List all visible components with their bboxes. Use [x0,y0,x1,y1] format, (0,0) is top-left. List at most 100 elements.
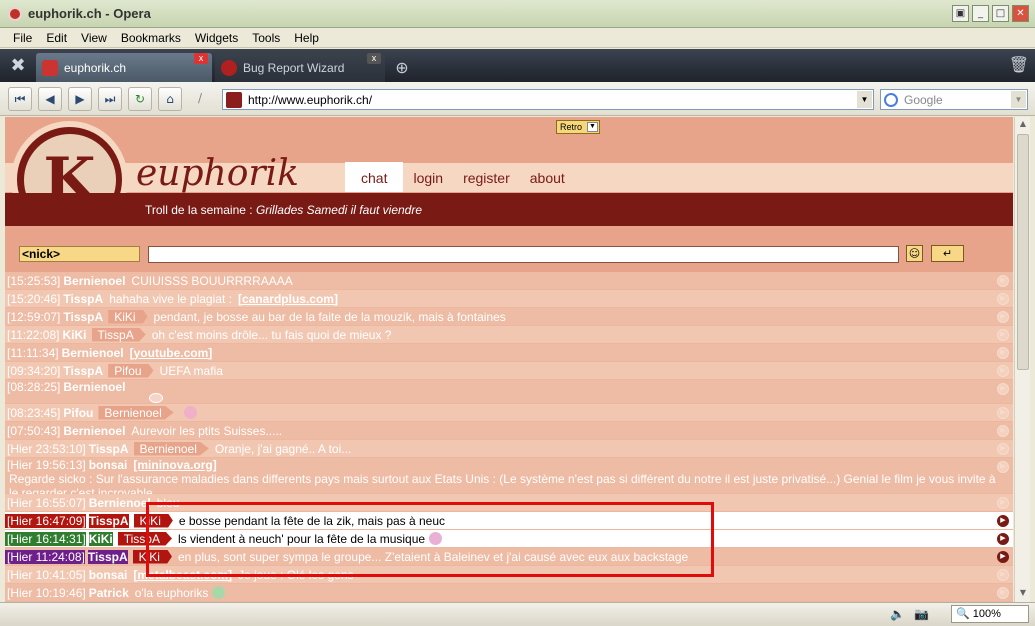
send-button[interactable]: ↵ [931,245,964,262]
tab-close-icon[interactable]: x [194,53,208,64]
message-time[interactable]: [09:34:20] [5,364,60,378]
tab-bug-report[interactable]: Bug Report Wizard x [215,53,385,82]
menu-help[interactable]: Help [294,31,319,45]
trash-icon[interactable]: 🗑 [1009,55,1029,74]
play-icon[interactable]: ▶ [997,533,1009,545]
message-author[interactable]: TisspA [63,364,103,378]
message-time[interactable]: [08:23:45] [5,406,60,420]
message-author[interactable]: Bernienoel [89,496,151,510]
message-time[interactable]: [12:59:07] [5,310,60,324]
message-time[interactable]: [Hier 16:47:09] [5,513,86,528]
message-recipient[interactable]: TisspA [91,327,146,342]
message-link[interactable]: [metalbeast.com] [133,568,232,582]
message-author[interactable]: bonsai [89,568,128,582]
message-link[interactable]: [youtube.com] [130,346,213,360]
message-author[interactable]: Bernienoel [63,274,125,288]
message-link[interactable]: [mininova.org] [133,458,216,472]
camera-icon[interactable]: 📷 [914,607,929,621]
message-author[interactable]: TisspA [63,292,103,306]
message-author[interactable]: KiKi [88,531,113,546]
message-recipient[interactable]: Bernienoel [98,405,174,420]
restore-icon[interactable]: ▣ [952,5,969,22]
new-tab-button[interactable]: ⊕ [388,53,416,82]
nav-about[interactable]: about [520,170,575,192]
forward-icon[interactable]: ▶ [68,86,92,111]
chevron-down-icon[interactable]: ▼ [1011,91,1026,108]
play-icon[interactable]: ▶ [997,551,1009,563]
message-time[interactable]: [07:50:43] [5,424,60,438]
message-recipient[interactable]: TisspA [117,531,172,546]
edit-icon[interactable]: / [188,87,212,111]
message-time[interactable]: [Hier 10:19:46] [5,586,86,600]
tab-euphorik[interactable]: euphorik.ch x [36,53,212,82]
scroll-up-icon[interactable]: ▲ [1017,119,1029,131]
message-author[interactable]: Bernienoel [62,346,124,360]
nav-register[interactable]: register [453,170,520,192]
scrollbar-thumb[interactable] [1017,134,1029,370]
maximize-button[interactable]: □ [992,5,1009,22]
play-icon[interactable]: ▶ [997,443,1009,455]
smiley-icon[interactable]: ☺ [906,245,923,262]
play-icon[interactable]: ▶ [997,293,1009,305]
message-author[interactable]: Pifou [63,406,93,420]
back-icon[interactable]: ◀ [38,86,62,111]
play-icon[interactable]: ▶ [997,311,1009,323]
message-time[interactable]: [15:20:46] [5,292,60,306]
message-time[interactable]: [Hier 16:14:31] [5,531,86,546]
play-icon[interactable]: ▶ [997,515,1009,527]
tab-close-icon[interactable]: x [367,53,381,64]
play-icon[interactable]: ▶ [997,425,1009,437]
menu-file[interactable]: File [13,31,32,45]
message-input[interactable] [148,246,899,263]
play-icon[interactable]: ▶ [997,569,1009,581]
message-time[interactable]: [Hier 23:53:10] [5,442,86,456]
nav-login[interactable]: login [403,170,453,192]
play-icon[interactable]: ▶ [997,407,1009,419]
message-time[interactable]: [Hier 19:56:13] [5,458,86,472]
play-icon[interactable]: ▶ [997,461,1009,473]
menu-edit[interactable]: Edit [46,31,67,45]
play-icon[interactable]: ▶ [997,383,1009,395]
nick-field[interactable]: <nick> [19,246,140,262]
vertical-scrollbar[interactable]: ▲ ▼ [1014,117,1030,602]
message-recipient[interactable]: Bernienoel [133,441,209,456]
message-recipient[interactable]: KiKi [132,549,172,564]
chevron-down-icon[interactable]: ▼ [857,91,872,108]
message-recipient[interactable]: KiKi [133,513,173,528]
message-time[interactable]: [11:11:34] [5,346,59,360]
message-time[interactable]: [15:25:53] [5,274,60,288]
message-author[interactable]: KiKi [63,328,87,342]
tools-icon[interactable]: ✖ [0,49,36,82]
search-input[interactable]: Google ▼ [880,89,1028,110]
style-select[interactable]: Retro ▼ [556,120,600,134]
message-author[interactable]: TisspA [89,442,129,456]
message-recipient[interactable]: KiKi [108,309,148,324]
message-author[interactable]: Bernienoel [63,424,125,438]
message-author[interactable]: Patrick [89,586,129,600]
fast-forward-icon[interactable]: ⏭ [98,86,122,111]
menu-tools[interactable]: Tools [252,31,280,45]
message-author[interactable]: bonsai [89,458,128,472]
scroll-down-icon[interactable]: ▼ [1017,588,1029,600]
message-time[interactable]: [Hier 10:41:05] [5,568,86,582]
play-icon[interactable]: ▶ [997,497,1009,509]
message-author[interactable]: Bernienoel [63,380,125,394]
play-icon[interactable]: ▶ [997,329,1009,341]
message-time[interactable]: [11:22:08] [5,328,60,342]
play-icon[interactable]: ▶ [997,347,1009,359]
message-time[interactable]: [08:28:25] [5,380,60,394]
play-icon[interactable]: ▶ [997,365,1009,377]
play-icon[interactable]: ▶ [997,275,1009,287]
nav-chat[interactable]: chat [345,162,404,192]
menu-view[interactable]: View [81,31,107,45]
message-author[interactable]: TisspA [87,549,128,564]
address-bar[interactable]: http://www.euphorik.ch/ ▼ [222,89,874,110]
close-button[interactable]: ✕ [1012,5,1029,22]
message-author[interactable]: TisspA [63,310,103,324]
rewind-icon[interactable]: ⏮ [8,86,32,111]
message-time[interactable]: [Hier 16:55:07] [5,496,86,510]
message-author[interactable]: TisspA [88,513,129,528]
message-recipient[interactable]: Pifou [108,363,154,378]
menu-widgets[interactable]: Widgets [195,31,238,45]
speaker-icon[interactable]: 🔈 [890,607,905,621]
